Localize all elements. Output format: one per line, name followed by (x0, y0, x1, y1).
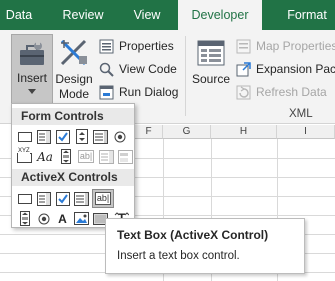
list-box-icon (74, 191, 89, 206)
activex-option-button-control[interactable] (35, 210, 52, 227)
properties-button[interactable]: Properties (99, 36, 179, 56)
xml-group-label: XML (289, 108, 313, 120)
column-header-g[interactable]: G (163, 125, 211, 139)
image-icon (74, 212, 89, 225)
refresh-icon (236, 85, 251, 100)
tooltip-description: Insert a text box control. (117, 250, 240, 262)
combo-list-edit-icon (99, 149, 114, 164)
design-mode-icon (59, 38, 89, 66)
activex-list-box-control[interactable] (73, 190, 90, 207)
source-button[interactable]: Source (191, 34, 231, 104)
tooltip-title: Text Box (ActiveX Control) (117, 228, 269, 242)
activex-controls-heading: ActiveX Controls (12, 169, 134, 186)
map-properties-label: Map Properties (256, 39, 335, 53)
tab-data[interactable]: Data (0, 0, 38, 30)
ribbon-group-separator (185, 36, 186, 116)
checkbox-icon (55, 191, 70, 206)
tab-review[interactable]: Review (52, 0, 114, 30)
activex-combo-box-control[interactable] (35, 190, 52, 207)
expansion-packs-label: Expansion Packs (256, 62, 335, 76)
button-icon (17, 131, 32, 142)
text-box-tooltip: Text Box (ActiveX Control) Insert a text… (105, 218, 305, 274)
form-combo-box-control[interactable] (35, 128, 52, 145)
run-dialog-label: Run Dialog (119, 85, 179, 99)
form-combo-drop-down-edit-control[interactable] (117, 148, 134, 165)
group-box-glyph: XYZ (18, 148, 30, 155)
combo-box-icon (36, 129, 51, 144)
form-scroll-bar-control[interactable] (57, 148, 74, 165)
option-button-icon (38, 213, 50, 225)
form-controls-heading: Form Controls (12, 108, 134, 125)
properties-label: Properties (119, 39, 174, 53)
activex-scroll-bar-control[interactable] (16, 210, 33, 227)
option-button-icon (114, 131, 126, 143)
run-dialog-button[interactable]: Run Dialog (99, 82, 179, 102)
label-icon: A (58, 211, 67, 226)
expansion-packs-icon (236, 62, 251, 77)
column-header-f[interactable]: F (135, 125, 163, 139)
form-checkbox-control[interactable] (54, 128, 71, 145)
tab-view[interactable]: View (124, 0, 170, 30)
design-mode-label-line1: Design (55, 72, 93, 86)
refresh-data-label: Refresh Data (256, 85, 327, 99)
activex-image-control[interactable] (73, 210, 90, 227)
checkbox-icon (55, 129, 70, 144)
activex-text-box-control[interactable]: ab| (92, 189, 114, 208)
refresh-data-button[interactable]: Refresh Data (236, 82, 335, 102)
map-properties-icon (236, 39, 251, 54)
source-label: Source (191, 72, 231, 86)
text-field-icon: ab| (77, 150, 95, 163)
expansion-packs-button[interactable]: Expansion Packs (236, 59, 335, 79)
properties-icon (99, 39, 114, 54)
tab-format[interactable]: Format (279, 0, 335, 30)
view-code-label: View Code (119, 62, 177, 76)
activex-command-button-control[interactable] (16, 190, 33, 207)
source-icon (197, 40, 225, 66)
form-option-button-control[interactable] (111, 128, 128, 145)
list-box-icon (93, 129, 108, 144)
insert-label: Insert (16, 71, 47, 85)
spin-button-icon (75, 129, 88, 144)
insert-button[interactable]: Insert (11, 34, 53, 104)
form-label-control[interactable]: Aa (35, 148, 55, 165)
activex-label-control[interactable]: A (54, 210, 71, 227)
toolbox-icon (18, 41, 46, 67)
view-code-icon (99, 62, 114, 77)
view-code-button[interactable]: View Code (99, 59, 179, 79)
scroll-bar-icon (19, 211, 30, 226)
chevron-down-icon (28, 89, 36, 94)
form-list-box-control[interactable] (92, 128, 109, 145)
design-mode-button[interactable]: Design Mode (53, 34, 95, 104)
insert-controls-menu: Form Controls XYZ Aa ab| ActiveX Control… (11, 103, 135, 228)
column-header-i[interactable]: I (277, 125, 335, 139)
activex-checkbox-control[interactable] (54, 190, 71, 207)
map-properties-button[interactable]: Map Properties (236, 36, 335, 56)
group-box-icon: XYZ (17, 148, 32, 163)
ribbon-tab-bar: Data Review View Developer Format (0, 0, 335, 31)
scroll-bar-icon (60, 149, 71, 164)
form-text-field-control[interactable]: ab| (76, 148, 96, 165)
column-header-h[interactable]: H (211, 125, 277, 139)
form-spin-button-control[interactable] (73, 128, 90, 145)
form-combo-list-edit-control[interactable] (98, 148, 115, 165)
combo-box-icon (36, 191, 51, 206)
combo-drop-down-edit-icon (118, 149, 133, 164)
form-group-box-control[interactable]: XYZ (16, 148, 33, 165)
design-mode-label-line2: Mode (58, 87, 90, 101)
label-icon: Aa (37, 149, 53, 164)
command-button-icon (17, 193, 32, 204)
run-dialog-icon (99, 85, 114, 100)
form-button-control[interactable] (16, 128, 33, 145)
tab-developer[interactable]: Developer (178, 0, 262, 31)
text-box-icon: ab| (94, 192, 112, 205)
